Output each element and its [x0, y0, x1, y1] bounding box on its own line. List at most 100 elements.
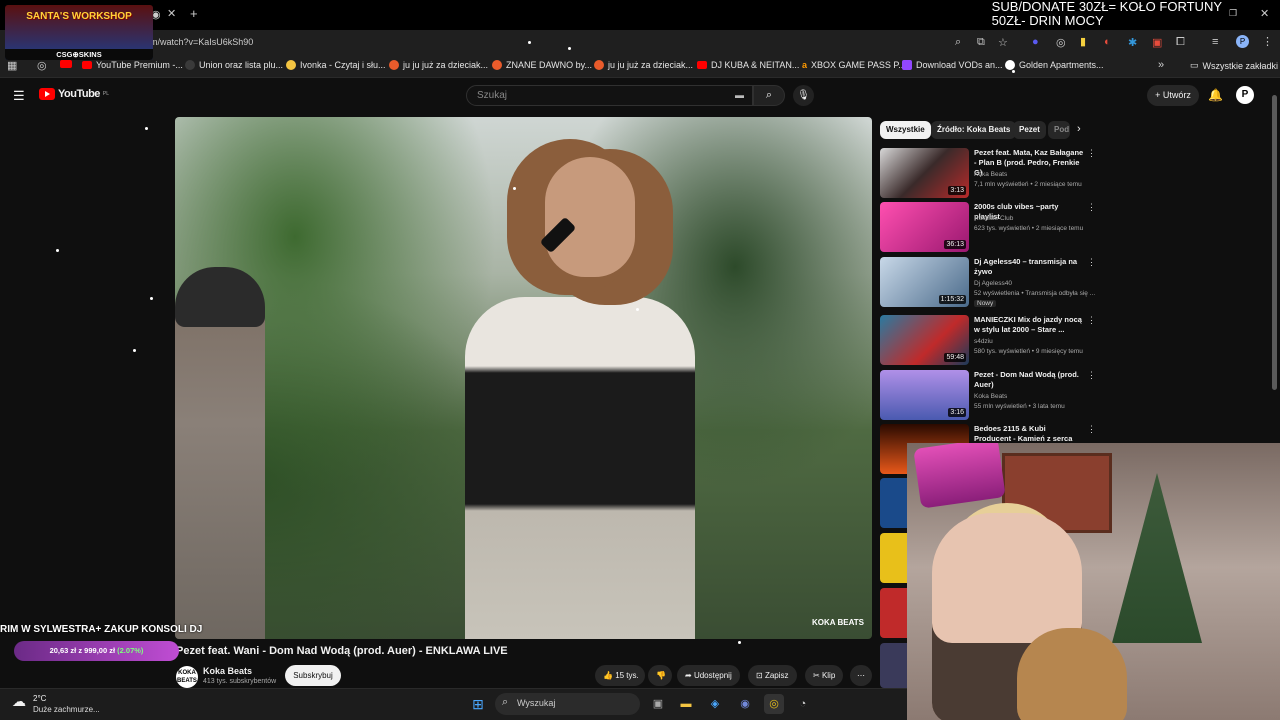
bookmark-item[interactable]: ZNANE DAWNO by... [492, 60, 592, 70]
share-button[interactable]: ➦ Udostępnij [677, 665, 740, 686]
bookmark-star-icon[interactable]: ☆ [998, 36, 1008, 49]
store-icon[interactable]: ◈ [705, 694, 725, 714]
chip-all[interactable]: Wszystkie [880, 121, 931, 139]
voice-search-button[interactable]: 🎙 [793, 85, 814, 106]
recommendation-thumbnail[interactable] [880, 478, 907, 528]
create-button[interactable]: + Utwórz [1147, 85, 1199, 106]
bookmark-item[interactable] [60, 60, 72, 68]
more-vert-icon[interactable]: ⋮ [1087, 257, 1096, 268]
weather-temperature[interactable]: 2°C [33, 694, 46, 703]
notifications-bell-icon[interactable]: 🔔 [1208, 88, 1223, 102]
recommendation-title[interactable]: Pezet - Dom Nad Wodą (prod. Auer) [974, 370, 1084, 390]
more-actions-button[interactable]: ⋯ [850, 665, 872, 686]
search-input[interactable]: Szukaj ▬ [466, 85, 753, 106]
channel-avatar[interactable]: KOKA BEATS [176, 666, 198, 688]
chrome-icon[interactable]: ◎ [764, 694, 784, 714]
apps-grid-icon[interactable]: ▦ [7, 59, 17, 72]
bookmark-item[interactable]: Download VODs an... [902, 60, 1003, 70]
youtube-logo[interactable]: YouTube PL [39, 88, 109, 100]
chips-next-icon[interactable]: › [1077, 123, 1081, 135]
recommendation-channel[interactable]: Koka Beats [974, 171, 1007, 178]
bookmark-item[interactable]: ju ju już za dzieciak... [389, 60, 488, 70]
recommendation-thumbnail[interactable]: 1:15:32 [880, 257, 969, 307]
search-button[interactable]: ⌕ [753, 85, 785, 106]
more-vert-icon[interactable]: ⋮ [1087, 148, 1096, 159]
save-button[interactable]: ⊡ Zapisz [748, 665, 797, 686]
recommendation-thumbnail[interactable]: 36:13 [880, 202, 969, 252]
recommendation-title[interactable]: MANIECZKI Mix do jazdy nocą w stylu lat … [974, 315, 1084, 335]
chip-pezet[interactable]: Pezet [1013, 121, 1046, 139]
subscribe-button[interactable]: Subskrybuj [285, 665, 341, 686]
weather-description[interactable]: Duże zachmurze... [33, 705, 100, 714]
bookmark-icon[interactable]: ◎ [37, 59, 47, 72]
recommendation-channel[interactable]: Roseate Club [974, 215, 1013, 222]
extension-icon[interactable]: ◎ [1056, 36, 1066, 49]
obs-icon[interactable]: ◔ [793, 694, 813, 714]
recommendation-channel[interactable]: s4dziu [974, 338, 993, 345]
file-explorer-icon[interactable]: ▬ [676, 694, 696, 714]
recommendation-title[interactable]: Dj Ageless40 – transmisja na żywo [974, 257, 1084, 277]
taskbar-search[interactable]: ⌕ Wyszukaj [495, 693, 640, 715]
recommendation-thumbnail[interactable]: 3:16 [880, 370, 969, 420]
extensions-puzzle-icon[interactable]: ⧠ [1176, 36, 1185, 49]
bookmark-item[interactable]: YouTube Premium -... [82, 60, 183, 70]
chip-source[interactable]: Źródło: Koka Beats [931, 121, 1017, 139]
close-window-icon[interactable]: ✕ [1260, 7, 1269, 20]
recommendation-thumbnail[interactable]: 59:48 [880, 315, 969, 365]
bookmark-item[interactable]: DJ KUBA & NEITAN... [697, 60, 799, 70]
account-avatar[interactable]: P [1236, 86, 1254, 104]
all-bookmarks-folder[interactable]: ▭ Wszystkie zakładki [1190, 60, 1278, 71]
bookmark-item[interactable]: ju ju już za dzieciak... [594, 60, 693, 70]
page-scrollbar[interactable] [1272, 95, 1277, 390]
recommendation-title[interactable]: Bedoes 2115 & Kubi Producent - Kamień z … [974, 424, 1084, 444]
windows-start-icon[interactable]: ⊞ [468, 694, 488, 714]
chip-pod[interactable]: Pod [1048, 121, 1070, 139]
more-bookmarks-icon[interactable]: » [1158, 59, 1164, 71]
hamburger-menu-icon[interactable]: ☰ [13, 88, 25, 104]
recommendation-thumbnail[interactable] [880, 533, 907, 583]
restore-window-icon[interactable]: ❐ [1229, 8, 1237, 19]
recommendation-thumbnail[interactable] [880, 643, 907, 688]
recommendation-channel[interactable]: Dj Ageless40 [974, 280, 1012, 287]
more-vert-icon[interactable]: ⋮ [1087, 202, 1096, 213]
extension-icon[interactable]: ● [1032, 36, 1039, 48]
recommendation-item[interactable]: 1:15:32 Dj Ageless40 – transmisja na żyw… [880, 257, 1100, 309]
donation-goal-title: RIM W SYLWESTRA+ ZAKUP KONSOLI DJ [0, 624, 203, 635]
menu-kebab-icon[interactable]: ⋮ [1262, 35, 1273, 48]
new-tab-icon[interactable]: + [190, 6, 198, 21]
reading-list-icon[interactable]: ≡ [1212, 36, 1218, 48]
tab-close-icon[interactable]: ✕ [167, 7, 176, 20]
clip-button[interactable]: ✂ Klip [805, 665, 844, 686]
more-vert-icon[interactable]: ⋮ [1087, 315, 1096, 326]
url-field[interactable]: m/watch?v=KaIsU6kSh90 [150, 37, 253, 47]
like-button[interactable]: 👍 15 tys. [595, 665, 645, 686]
extension-icon[interactable]: ▣ [1152, 36, 1162, 49]
recommendation-thumbnail[interactable] [880, 588, 907, 638]
dislike-button[interactable]: 👎 [648, 665, 672, 686]
streamer-webcam [907, 443, 1280, 720]
profile-avatar-icon[interactable]: P [1236, 35, 1249, 48]
recommendation-channel[interactable]: Koka Beats [974, 393, 1007, 400]
channel-name[interactable]: Koka Beats [203, 666, 252, 676]
task-view-icon[interactable]: ▣ [648, 694, 668, 714]
install-icon[interactable]: ⧉ [977, 36, 985, 49]
keyboard-icon[interactable]: ▬ [735, 90, 744, 100]
extension-icon[interactable]: ▮ [1080, 35, 1086, 48]
recommendation-thumbnail[interactable]: 3:13 [880, 148, 969, 198]
extension-icon[interactable]: ◐ [1104, 36, 1111, 48]
video-player[interactable]: KOKA BEATS [175, 117, 872, 639]
bookmark-item[interactable]: Ivonka - Czytaj i słu... [286, 60, 386, 70]
bookmark-item[interactable]: Union oraz lista plu... [185, 60, 283, 70]
recommendation-item[interactable]: 3:16 Pezet - Dom Nad Wodą (prod. Auer) K… [880, 370, 1100, 422]
recommendation-item[interactable]: 3:13 Pezet feat. Mata, Kaz Bałagane - Pl… [880, 148, 1100, 200]
extension-icon[interactable]: ✱ [1128, 36, 1137, 49]
bookmark-item[interactable]: Golden Apartments... [1005, 60, 1104, 70]
discord-icon[interactable]: ◉ [735, 694, 755, 714]
weather-cloud-icon[interactable]: ☁ [12, 693, 26, 710]
recommendation-item[interactable]: 59:48 MANIECZKI Mix do jazdy nocą w styl… [880, 315, 1100, 367]
more-vert-icon[interactable]: ⋮ [1087, 370, 1096, 381]
zoom-icon[interactable]: ⌕ [955, 36, 961, 49]
recommendation-item[interactable]: 36:13 2000s club vibes ~party playlist R… [880, 202, 1100, 254]
bookmark-item[interactable]: a XBOX GAME PASS P... [802, 60, 906, 70]
more-vert-icon[interactable]: ⋮ [1087, 424, 1096, 435]
